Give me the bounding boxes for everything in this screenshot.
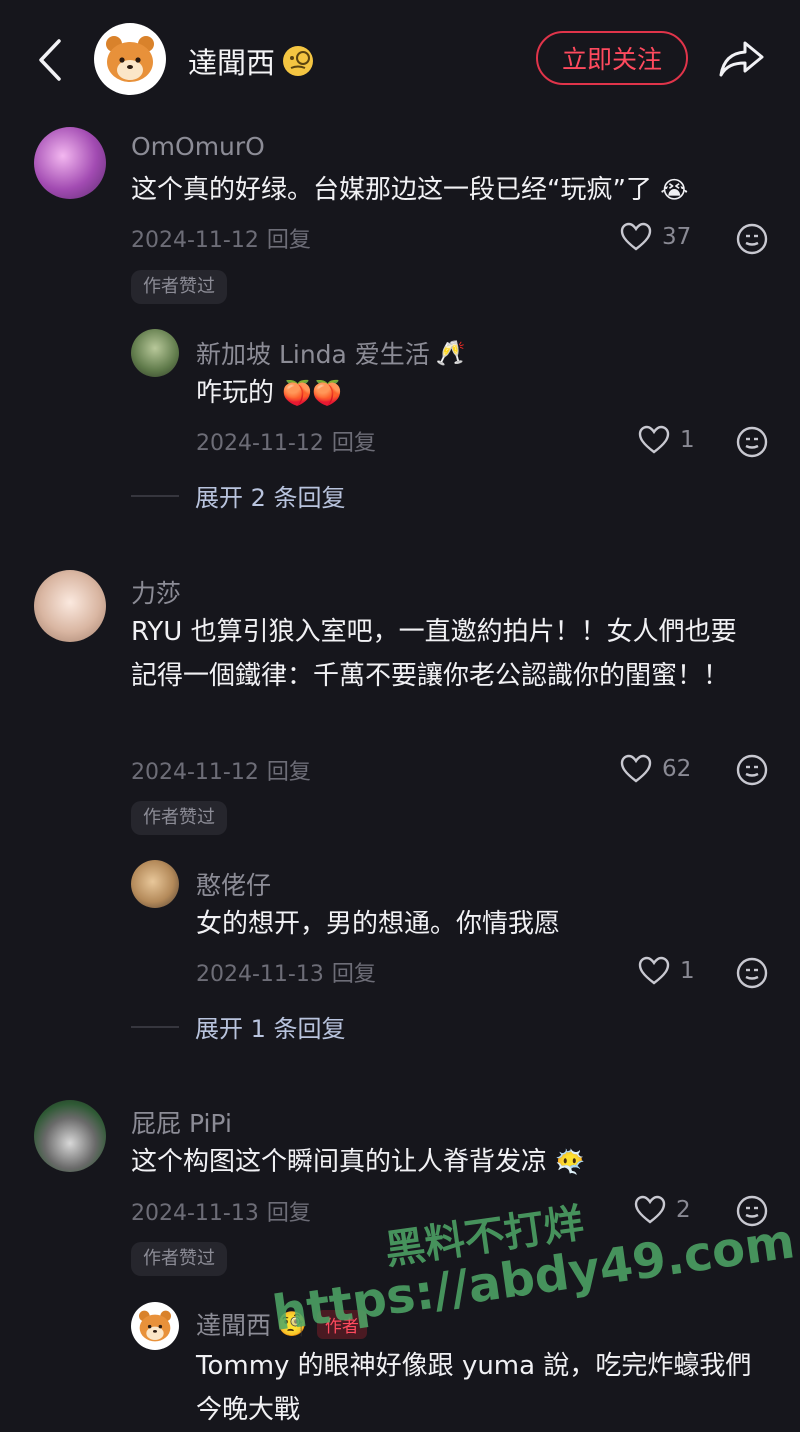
comment-username[interactable]: 屁屁 PiPi	[131, 1104, 232, 1140]
share-button[interactable]	[714, 36, 768, 82]
comment-meta: 2024-11-13 回复	[131, 1195, 311, 1227]
comment-date: 2024-11-13	[131, 1201, 259, 1226]
avatar[interactable]	[34, 1100, 106, 1172]
expand-replies-button[interactable]: 展开 2 条回复	[131, 478, 346, 513]
chevron-left-icon	[39, 39, 61, 81]
comment-date: 2024-11-12	[196, 431, 324, 456]
emoji-react-icon[interactable]	[735, 956, 769, 990]
expand-replies-label: 展开 1 条回复	[195, 1015, 346, 1043]
emoji-react-icon[interactable]	[735, 753, 769, 787]
comment-text-body: 这个构图这个瞬间真的让人脊背发凉	[131, 1147, 548, 1177]
back-button[interactable]	[30, 36, 70, 84]
reply-button[interactable]: 回复	[267, 1201, 311, 1226]
crying-face-icon: 😭	[660, 176, 689, 204]
author-avatar[interactable]	[94, 23, 166, 95]
follow-button[interactable]: 立即关注	[536, 31, 688, 85]
comment-username-text: 新加坡 Linda 爱生活	[196, 340, 430, 369]
like-count: 37	[662, 224, 692, 250]
expand-replies-label: 展开 2 条回复	[195, 484, 346, 512]
avatar[interactable]	[131, 1302, 179, 1350]
comment-username[interactable]: 新加坡 Linda 爱生活 🥂	[196, 335, 466, 371]
comment-text: 咋玩的 🍑🍑	[196, 371, 756, 415]
author-name[interactable]: 達聞西	[188, 40, 315, 82]
comment-text-body: 这个真的好绿。台媒那边这一段已经“玩疯”了	[131, 175, 652, 205]
author-liked-badge: 作者赞过	[131, 270, 227, 304]
divider	[131, 494, 179, 497]
like-count: 1	[680, 427, 695, 453]
emoji-react-icon[interactable]	[735, 222, 769, 256]
heart-icon	[620, 754, 652, 783]
comment-text: 女的想开，男的想通。你情我愿	[196, 909, 561, 939]
avatar[interactable]	[34, 127, 106, 199]
comment-date: 2024-11-12	[131, 760, 259, 785]
comment-username[interactable]: OmOmurO	[131, 132, 265, 161]
comment-date: 2024-11-13	[196, 962, 324, 987]
heart-icon	[620, 222, 652, 251]
follow-label: 立即关注	[561, 45, 662, 74]
like-button[interactable]: 37	[620, 222, 691, 252]
comment-meta: 2024-11-13 回复	[196, 956, 376, 988]
monocle-face-icon	[283, 46, 314, 76]
avatar[interactable]	[34, 570, 106, 642]
author-liked-badge: 作者赞过	[131, 1242, 227, 1276]
reply-button[interactable]: 回复	[267, 228, 311, 253]
comment-date: 2024-11-12	[131, 228, 259, 253]
reply-button[interactable]: 回复	[332, 431, 376, 456]
hamster-icon	[139, 1310, 171, 1342]
avatar[interactable]	[131, 329, 179, 377]
reply-button[interactable]: 回复	[332, 962, 376, 987]
top-bar: 達聞西 立即关注	[0, 0, 800, 118]
like-count: 62	[662, 756, 692, 782]
comment-meta: 2024-11-12 回复	[131, 222, 311, 254]
comment-meta: 2024-11-12 回复	[196, 425, 376, 457]
author-name-text: 達聞西	[188, 46, 276, 80]
heart-icon	[638, 956, 670, 985]
emoji-react-icon[interactable]	[735, 425, 769, 459]
like-button[interactable]: 1	[638, 425, 695, 455]
like-button[interactable]: 1	[638, 956, 695, 986]
champagne-icon: 🥂	[435, 339, 466, 367]
share-icon	[719, 41, 764, 77]
comment-username-text: 達聞西	[196, 1311, 272, 1340]
expand-replies-button[interactable]: 展开 1 条回复	[131, 1009, 346, 1044]
heart-icon	[638, 425, 670, 454]
comment-text: RYU 也算引狼入室吧，一直邀約拍片！！女人們也要記得一個鐵律：千萬不要讓你老公…	[131, 617, 737, 691]
ghost-face-icon: 😶‍🌫️	[555, 1148, 586, 1176]
author-liked-badge: 作者赞过	[131, 801, 227, 835]
reply-button[interactable]: 回复	[267, 760, 311, 785]
comment-text-body: 咋玩的	[196, 378, 275, 408]
divider	[131, 1025, 179, 1028]
comment-meta: 2024-11-12 回复	[131, 754, 311, 786]
avatar[interactable]	[131, 860, 179, 908]
comment-username[interactable]: 憨佬仔	[196, 866, 271, 902]
like-button[interactable]: 62	[620, 754, 691, 784]
like-count: 1	[680, 958, 695, 984]
peach-sticker-icon: 🍑🍑	[282, 379, 343, 407]
hamster-icon	[106, 36, 154, 82]
comment-username[interactable]: 力莎	[131, 574, 181, 610]
comment-text: 这个真的好绿。台媒那边这一段已经“玩疯”了 😭	[131, 168, 761, 212]
